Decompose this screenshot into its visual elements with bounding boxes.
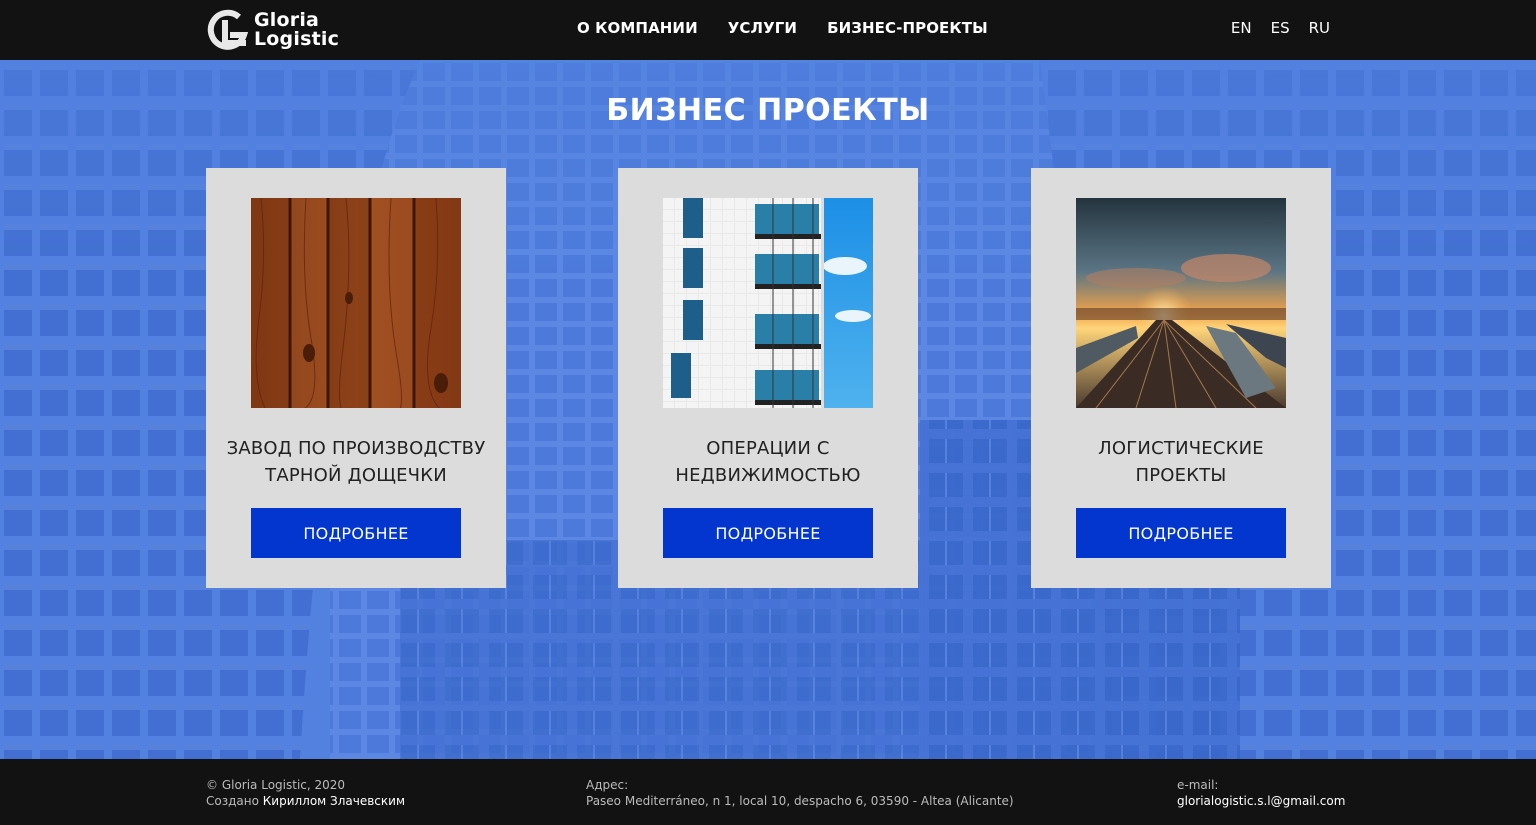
- address-label: Адрес:: [586, 778, 629, 792]
- hero-section: БИЗНЕС ПРОЕКТЫ ЗАВОД ПО ПРОИЗВОДСТВУ ТАР…: [0, 60, 1536, 759]
- created-prefix: Создано: [206, 794, 263, 808]
- card-title: ЛОГИСТИЧЕСКИЕ ПРОЕКТЫ: [1098, 438, 1264, 486]
- project-card-real-estate: ОПЕРАЦИИ С НЕДВИЖИМОСТЬЮ ПОДРОБНЕЕ: [618, 168, 918, 588]
- more-button-real-estate[interactable]: ПОДРОБНЕЕ: [663, 508, 873, 558]
- email-link[interactable]: glorialogistic.s.l@gmail.com: [1177, 794, 1345, 808]
- card-title: ЗАВОД ПО ПРОИЗВОДСТВУ ТАРНОЙ ДОЩЕЧКИ: [226, 438, 486, 486]
- language-switcher: EN ES RU: [1212, 19, 1330, 37]
- email-label: e-mail:: [1177, 778, 1219, 792]
- logo-line-2: Logistic: [254, 28, 340, 50]
- created-by-line: Создано Кириллом Злачевским: [206, 793, 405, 809]
- project-card-logistics: ЛОГИСТИЧЕСКИЕ ПРОЕКТЫ ПОДРОБНЕЕ: [1031, 168, 1331, 588]
- apartment-building-balconies-photo: [663, 198, 873, 408]
- main-nav: О КОМПАНИИ УСЛУГИ БИЗНЕС-ПРОЕКТЫ: [577, 19, 1018, 37]
- site-header: Gloria Logistic О КОМПАНИИ УСЛУГИ БИЗНЕС…: [0, 0, 1536, 60]
- page-title: БИЗНЕС ПРОЕКТЫ: [606, 93, 930, 128]
- lang-es[interactable]: ES: [1271, 19, 1290, 37]
- logo[interactable]: Gloria Logistic: [205, 5, 339, 55]
- railway-yard-sunset-photo: [1076, 198, 1286, 408]
- wooden-planks-photo: [251, 198, 461, 408]
- footer-copyright-block: © Gloria Logistic, 2020 Создано Кириллом…: [206, 777, 405, 809]
- nav-item-business-projects[interactable]: БИЗНЕС-ПРОЕКТЫ: [827, 19, 988, 37]
- lang-ru[interactable]: RU: [1309, 19, 1330, 37]
- copyright-text: © Gloria Logistic, 2020: [206, 778, 346, 792]
- footer-address-block: Адрес: Paseo Mediterráneo, n 1, local 10…: [586, 777, 1014, 809]
- address-text: Paseo Mediterráneo, n 1, local 10, despa…: [586, 794, 1014, 808]
- card-title: ОПЕРАЦИИ С НЕДВИЖИМОСТЬЮ: [675, 438, 861, 486]
- logo-text: Gloria Logistic: [254, 11, 339, 49]
- nav-item-about[interactable]: О КОМПАНИИ: [577, 19, 698, 37]
- site-footer: © Gloria Logistic, 2020 Создано Кириллом…: [0, 759, 1536, 825]
- author-link[interactable]: Кириллом Злачевским: [263, 794, 405, 808]
- gl-monogram-icon: [207, 9, 249, 50]
- more-button-logistics[interactable]: ПОДРОБНЕЕ: [1076, 508, 1286, 558]
- lang-en[interactable]: EN: [1231, 19, 1252, 37]
- more-button-packaging-plant[interactable]: ПОДРОБНЕЕ: [251, 508, 461, 558]
- nav-item-services[interactable]: УСЛУГИ: [728, 19, 797, 37]
- project-card-packaging-plant: ЗАВОД ПО ПРОИЗВОДСТВУ ТАРНОЙ ДОЩЕЧКИ ПОД…: [206, 168, 506, 588]
- footer-email-block: e-mail: glorialogistic.s.l@gmail.com: [1177, 777, 1345, 809]
